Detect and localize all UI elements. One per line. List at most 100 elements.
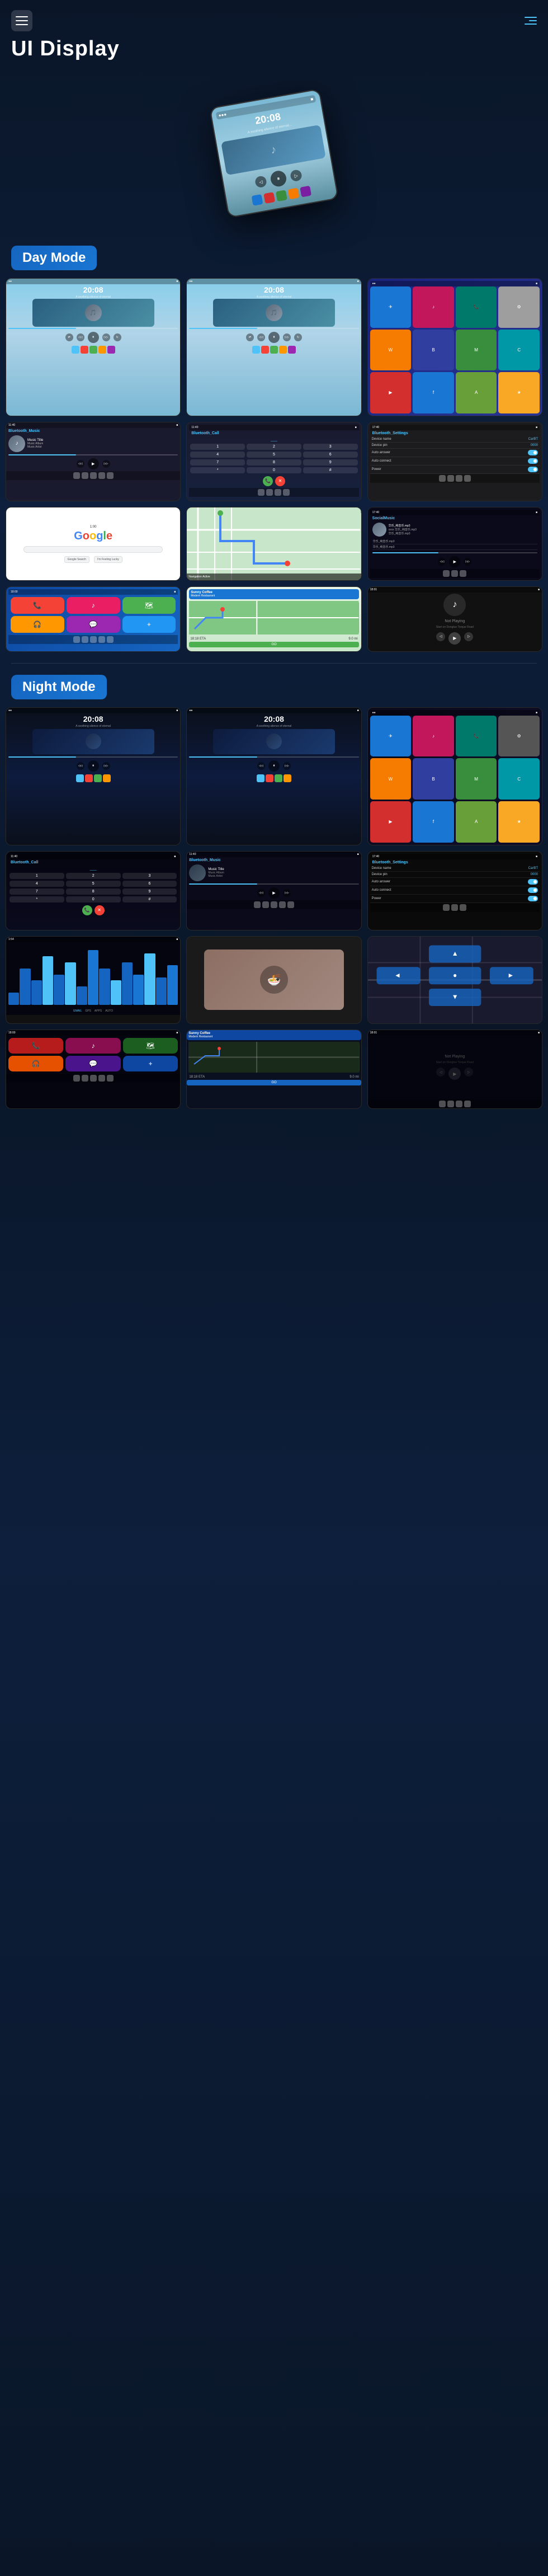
night-bt-play[interactable]: ▶ (268, 887, 280, 899)
night-key-6[interactable]: 6 (122, 881, 177, 887)
np-prev[interactable]: ◁ (436, 632, 445, 641)
social-next[interactable]: ▷▷ (464, 558, 471, 566)
nav-3[interactable] (456, 1101, 462, 1107)
app-android[interactable]: A (456, 372, 497, 413)
nav-4[interactable] (98, 1075, 105, 1082)
night-carplay-music[interactable]: ♪ (65, 1038, 120, 1054)
night-carplay-phone[interactable]: 📞 (8, 1038, 63, 1054)
night-app-4[interactable]: ⚙ (498, 716, 540, 757)
night-carplay-extra[interactable]: + (123, 1056, 178, 1071)
nav-3[interactable] (90, 1075, 97, 1082)
shuffle-btn[interactable]: ⇄ (246, 333, 254, 341)
auto-answer-toggle[interactable] (528, 450, 538, 455)
carplay-music[interactable]: ♪ (67, 597, 120, 614)
google-search-bar[interactable] (23, 546, 163, 553)
night-key-8[interactable]: 8 (66, 889, 121, 895)
night-auto-answer-toggle[interactable] (528, 879, 538, 885)
nav-3[interactable] (456, 475, 462, 482)
key-4[interactable]: 4 (190, 452, 245, 458)
nav-4[interactable] (98, 636, 105, 643)
night-app-6[interactable]: B (413, 758, 454, 800)
np-next[interactable]: ▷ (464, 632, 473, 641)
nav-3[interactable] (460, 904, 466, 911)
app-music[interactable]: ♪ (413, 286, 454, 328)
night-prev-1[interactable]: ◁◁ (77, 762, 84, 770)
nav-5[interactable] (107, 1075, 114, 1082)
nav-1[interactable] (254, 901, 261, 908)
power-toggle[interactable] (528, 467, 538, 472)
night-np-next[interactable]: ▷ (464, 1068, 473, 1077)
night-app-11[interactable]: A (456, 801, 497, 843)
night-bt-next[interactable]: ▷▷ (283, 889, 291, 897)
prev-button[interactable]: ◁ (254, 175, 267, 188)
next-btn[interactable]: ▷▷ (102, 333, 110, 341)
nav-2[interactable] (447, 1101, 454, 1107)
night-app-5[interactable]: W (370, 758, 412, 800)
night-app-9[interactable]: ▶ (370, 801, 412, 843)
night-app-2[interactable]: ♪ (413, 716, 454, 757)
night-bt-prev[interactable]: ◁◁ (257, 889, 265, 897)
night-app-1[interactable]: ✈ (370, 716, 412, 757)
bt-prev[interactable]: ◁◁ (77, 460, 84, 468)
nav-1[interactable] (73, 472, 80, 479)
google-lucky-btn[interactable]: I'm Feeling Lucky (94, 556, 122, 563)
nav-2[interactable] (451, 570, 458, 577)
night-carplay-podcast[interactable]: 🎧 (8, 1056, 63, 1071)
shuffle-btn[interactable]: ⇄ (65, 333, 73, 341)
nav-1[interactable] (258, 489, 264, 496)
social-prev[interactable]: ◁◁ (438, 558, 446, 566)
app-bt[interactable]: B (413, 330, 454, 371)
prev-btn[interactable]: ◁◁ (257, 333, 265, 341)
nav-5[interactable] (107, 472, 114, 479)
key-1[interactable]: 1 (190, 444, 245, 450)
nav-1[interactable] (73, 1075, 80, 1082)
nav-4[interactable] (464, 475, 471, 482)
nav-2[interactable] (447, 475, 454, 482)
social-play[interactable]: ▶ (449, 556, 460, 567)
night-key-hash[interactable]: # (122, 896, 177, 902)
nav-5[interactable] (107, 636, 114, 643)
key-0[interactable]: 0 (247, 467, 301, 473)
nav-4[interactable] (279, 901, 286, 908)
night-go-button[interactable]: GO (187, 1080, 361, 1085)
night-next-1[interactable]: ▷▷ (102, 762, 110, 770)
carplay-messages[interactable]: 💬 (67, 616, 120, 633)
night-call-btn[interactable]: 📞 (82, 905, 92, 915)
end-btn[interactable]: ✕ (275, 476, 285, 486)
nav-2[interactable] (266, 489, 273, 496)
play-btn[interactable]: ⏸ (88, 332, 99, 343)
nav-1[interactable] (443, 570, 450, 577)
night-np-play[interactable]: ▶ (448, 1068, 461, 1080)
night-carplay-msg[interactable]: 💬 (65, 1056, 120, 1071)
night-key-2[interactable]: 2 (66, 873, 121, 879)
track-item-1[interactable]: 华乐_纯音乐.mp3 (372, 539, 537, 544)
night-app-10[interactable]: f (413, 801, 454, 843)
repeat-btn[interactable]: ↻ (114, 333, 121, 341)
nav-1[interactable] (73, 636, 80, 643)
play-btn[interactable]: ⏸ (268, 332, 280, 343)
menu-button[interactable] (11, 10, 32, 31)
night-key-star[interactable]: * (10, 896, 64, 902)
np-play[interactable]: ▶ (448, 632, 461, 645)
nav-4[interactable] (464, 1101, 471, 1107)
go-button[interactable]: GO (189, 642, 358, 647)
key-2[interactable]: 2 (247, 444, 301, 450)
key-6[interactable]: 6 (303, 452, 358, 458)
app-settings[interactable]: ⚙ (498, 286, 540, 328)
night-key-1[interactable]: 1 (10, 873, 64, 879)
night-key-9[interactable]: 9 (122, 889, 177, 895)
bt-play[interactable]: ▶ (88, 458, 99, 469)
app-waze[interactable]: W (370, 330, 412, 371)
nav-2[interactable] (82, 636, 88, 643)
night-next-2[interactable]: ▷▷ (283, 762, 291, 770)
nav-icon[interactable] (520, 16, 537, 26)
night-key-0[interactable]: 0 (66, 896, 121, 902)
night-key-7[interactable]: 7 (10, 889, 64, 895)
night-auto-connect-toggle[interactable] (528, 887, 538, 893)
night-app-12[interactable]: ★ (498, 801, 540, 843)
repeat-btn[interactable]: ↻ (294, 333, 302, 341)
key-7[interactable]: 7 (190, 459, 245, 466)
app-facebook[interactable]: f (413, 372, 454, 413)
nav-3[interactable] (90, 472, 97, 479)
nav-3[interactable] (460, 570, 466, 577)
